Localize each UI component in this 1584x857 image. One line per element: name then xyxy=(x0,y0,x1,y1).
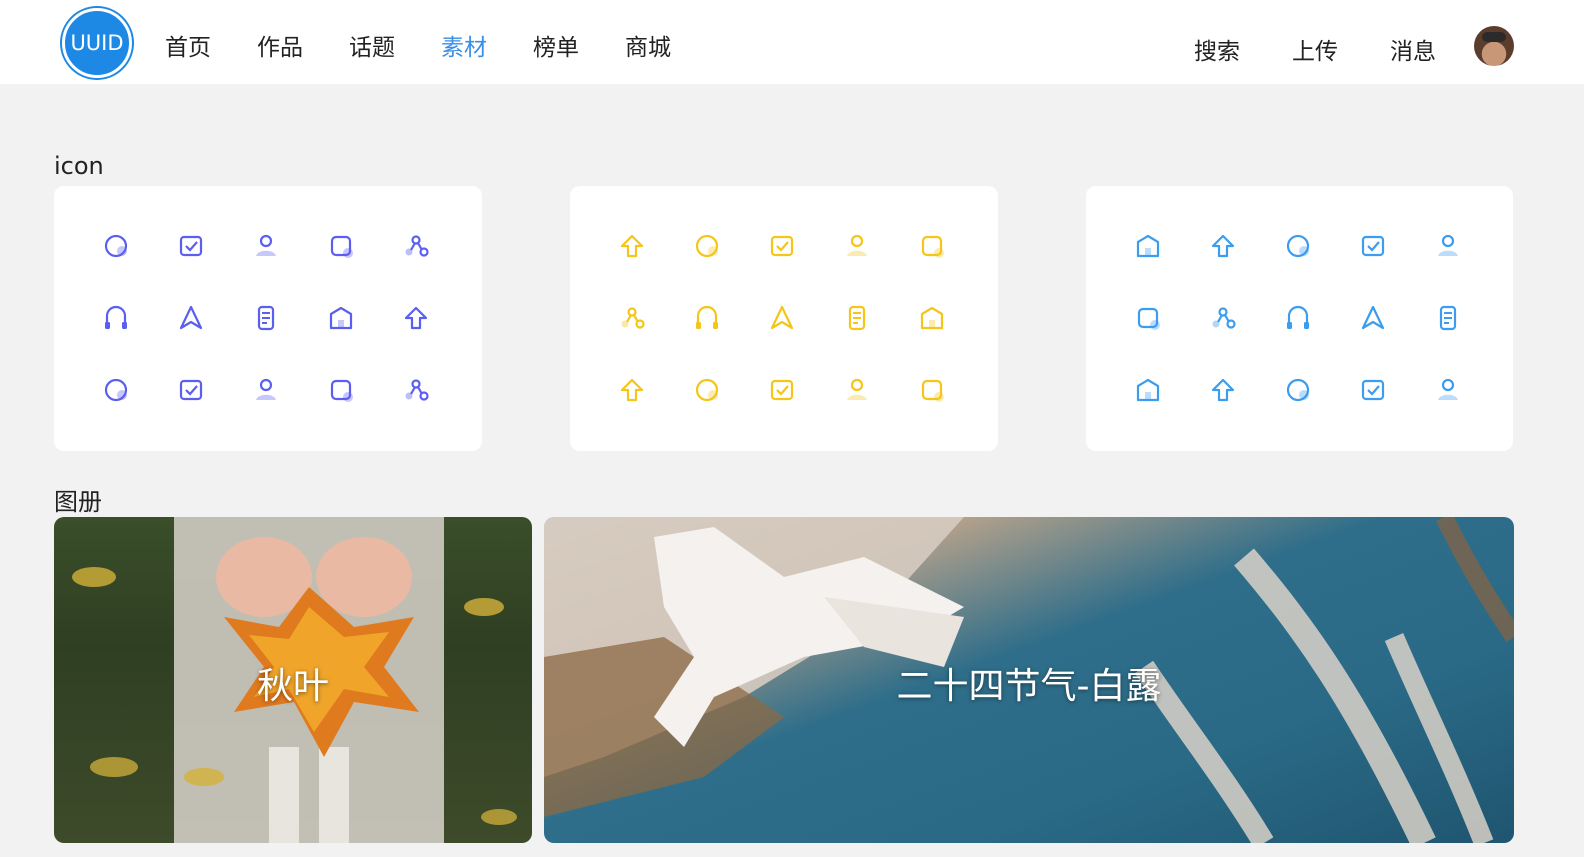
nav-home[interactable]: 首页 xyxy=(165,28,211,62)
location-user-icon[interactable] xyxy=(398,300,434,336)
person-icon[interactable] xyxy=(914,372,950,408)
share-nodes-icon[interactable] xyxy=(1430,372,1466,408)
file-icon[interactable] xyxy=(1355,372,1391,408)
sort-icon[interactable] xyxy=(914,300,950,336)
hand-pointer-icon[interactable] xyxy=(1280,300,1316,336)
chat-icon[interactable] xyxy=(689,228,725,264)
nav-store[interactable]: 商城 xyxy=(625,28,671,62)
clock-icon[interactable] xyxy=(398,372,434,408)
documents-icon[interactable] xyxy=(1355,228,1391,264)
nav-works[interactable]: 作品 xyxy=(257,28,303,62)
note-icon[interactable] xyxy=(614,228,650,264)
user-transfer-icon[interactable] xyxy=(1430,300,1466,336)
nav-rankings[interactable]: 榜单 xyxy=(533,28,579,62)
search-bubble-icon[interactable] xyxy=(173,372,209,408)
play-icon[interactable] xyxy=(764,300,800,336)
album-autumn-leaves[interactable]: 秋叶 xyxy=(54,517,532,843)
org-chart-icon[interactable] xyxy=(1205,300,1241,336)
search-link[interactable]: 搜索 xyxy=(1194,32,1240,66)
search-icon[interactable] xyxy=(764,228,800,264)
icon-section-title: icon xyxy=(54,152,104,180)
settings-icon[interactable] xyxy=(1130,228,1166,264)
upload-link[interactable]: 上传 xyxy=(1292,32,1338,66)
watch-icon[interactable] xyxy=(98,300,134,336)
nav-materials[interactable]: 素材 xyxy=(441,28,487,62)
upload-arrow-icon[interactable] xyxy=(323,228,359,264)
bell-icon[interactable] xyxy=(1280,228,1316,264)
bluetooth-icon[interactable] xyxy=(323,372,359,408)
diamond-icon[interactable] xyxy=(689,300,725,336)
cup-icon[interactable] xyxy=(98,372,134,408)
user-nav: 搜索 上传 消息 xyxy=(1142,32,1436,66)
home-icon[interactable] xyxy=(614,300,650,336)
user-icon[interactable] xyxy=(398,228,434,264)
bookmark-icon[interactable] xyxy=(323,300,359,336)
cloche-icon[interactable] xyxy=(614,372,650,408)
gamepad-icon[interactable] xyxy=(839,372,875,408)
checklist-icon[interactable] xyxy=(1280,372,1316,408)
id-card-icon[interactable] xyxy=(1205,372,1241,408)
presentation-icon[interactable] xyxy=(1355,300,1391,336)
user-avatar[interactable] xyxy=(1474,26,1514,66)
messages-link[interactable]: 消息 xyxy=(1390,32,1436,66)
nav-topics[interactable]: 话题 xyxy=(349,28,395,62)
dome-icon[interactable] xyxy=(248,300,284,336)
bowtie-icon[interactable] xyxy=(839,300,875,336)
crown-icon[interactable] xyxy=(173,228,209,264)
compass-icon[interactable] xyxy=(839,228,875,264)
edit-icon[interactable] xyxy=(248,372,284,408)
user-card-icon[interactable] xyxy=(1430,228,1466,264)
album-section-title: 图册 xyxy=(54,488,102,516)
headphones-icon[interactable] xyxy=(173,300,209,336)
main-nav: 首页 作品 话题 素材 榜单 商城 xyxy=(165,28,717,62)
icon-card-purple[interactable] xyxy=(54,186,482,451)
heart-icon[interactable] xyxy=(98,228,134,264)
album-title-white-dew: 二十四节气-白露 xyxy=(896,666,1162,707)
apps-icon[interactable] xyxy=(1205,228,1241,264)
lock-icon[interactable] xyxy=(1130,300,1166,336)
icon-card-yellow[interactable] xyxy=(570,186,998,451)
uuid-logo[interactable]: UUID xyxy=(62,8,132,78)
top-header: UUID 首页 作品 话题 素材 榜单 商城 搜索 上传 消息 xyxy=(0,0,1584,84)
album-white-dew[interactable]: 二十四节气-白露 xyxy=(544,517,1514,843)
album-title-autumn: 秋叶 xyxy=(256,666,329,707)
icon-card-blue[interactable] xyxy=(1086,186,1513,451)
shop-icon[interactable] xyxy=(689,372,725,408)
layout-icon[interactable] xyxy=(1130,372,1166,408)
film-reel-icon[interactable] xyxy=(764,372,800,408)
user-circle-icon[interactable] xyxy=(914,228,950,264)
navigation-icon[interactable] xyxy=(248,228,284,264)
